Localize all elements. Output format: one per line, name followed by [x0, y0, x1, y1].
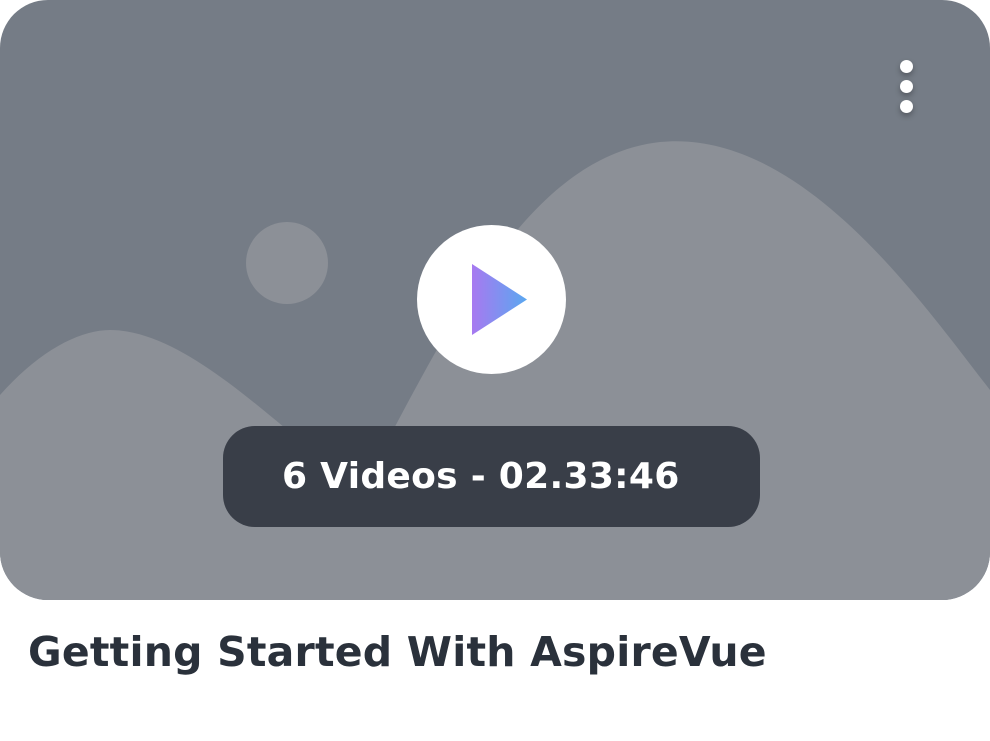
more-vertical-icon — [899, 59, 913, 73]
video-count-duration-badge: 6 Videos - 02.33:46 — [223, 426, 760, 527]
placeholder-sun-shape — [246, 222, 328, 304]
video-thumbnail[interactable]: 6 Videos - 02.33:46 — [0, 0, 990, 600]
more-options-button[interactable] — [880, 52, 932, 120]
course-title[interactable]: Getting Started With AspireVue — [28, 628, 767, 676]
play-button[interactable] — [417, 225, 566, 374]
video-count-duration-text: 6 Videos - 02.33:46 — [282, 456, 680, 497]
more-vertical-icon-dot — [899, 99, 913, 113]
play-icon — [472, 264, 527, 335]
placeholder-mountain-right — [300, 141, 990, 600]
video-course-card[interactable]: 6 Videos - 02.33:46 Getting Started With… — [0, 0, 990, 741]
more-vertical-icon-dot — [899, 79, 913, 93]
